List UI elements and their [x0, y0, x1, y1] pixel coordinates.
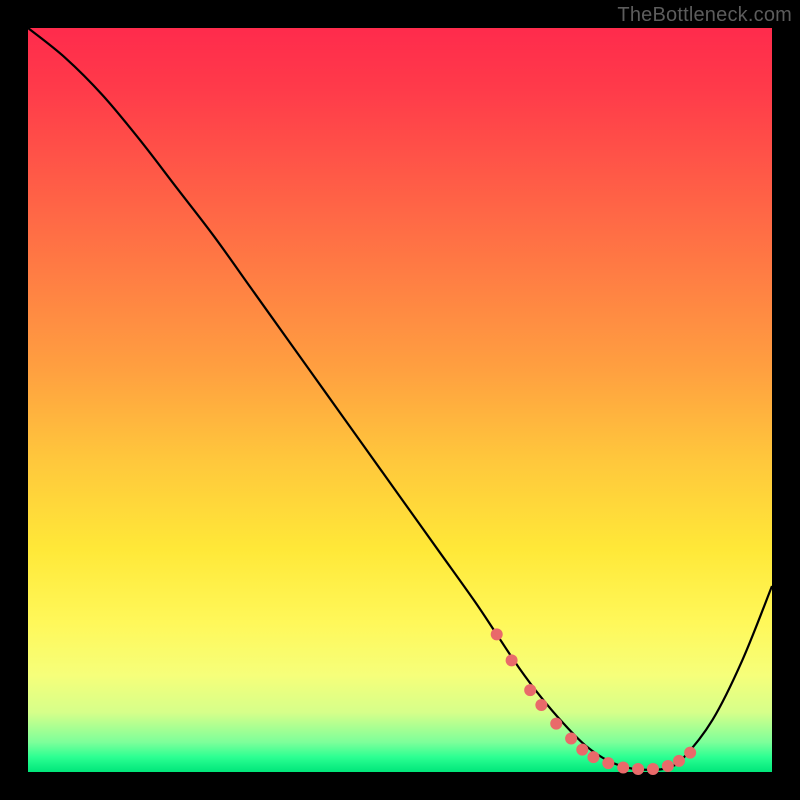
curve-marker	[491, 628, 503, 640]
curve-marker	[587, 751, 599, 763]
curve-markers	[491, 628, 696, 775]
curve-marker	[524, 684, 536, 696]
curve-marker	[617, 762, 629, 774]
plot-area	[28, 28, 772, 772]
curve-marker	[684, 747, 696, 759]
curve-marker	[673, 755, 685, 767]
chart-frame: TheBottleneck.com	[0, 0, 800, 800]
curve-line	[28, 28, 772, 770]
curve-marker	[662, 760, 674, 772]
bottleneck-curve	[28, 28, 772, 772]
curve-marker	[576, 744, 588, 756]
curve-marker	[632, 763, 644, 775]
curve-marker	[535, 699, 547, 711]
curve-marker	[647, 763, 659, 775]
curve-marker	[506, 654, 518, 666]
curve-marker	[550, 718, 562, 730]
watermark-text: TheBottleneck.com	[617, 4, 792, 27]
curve-marker	[602, 757, 614, 769]
curve-marker	[565, 733, 577, 745]
